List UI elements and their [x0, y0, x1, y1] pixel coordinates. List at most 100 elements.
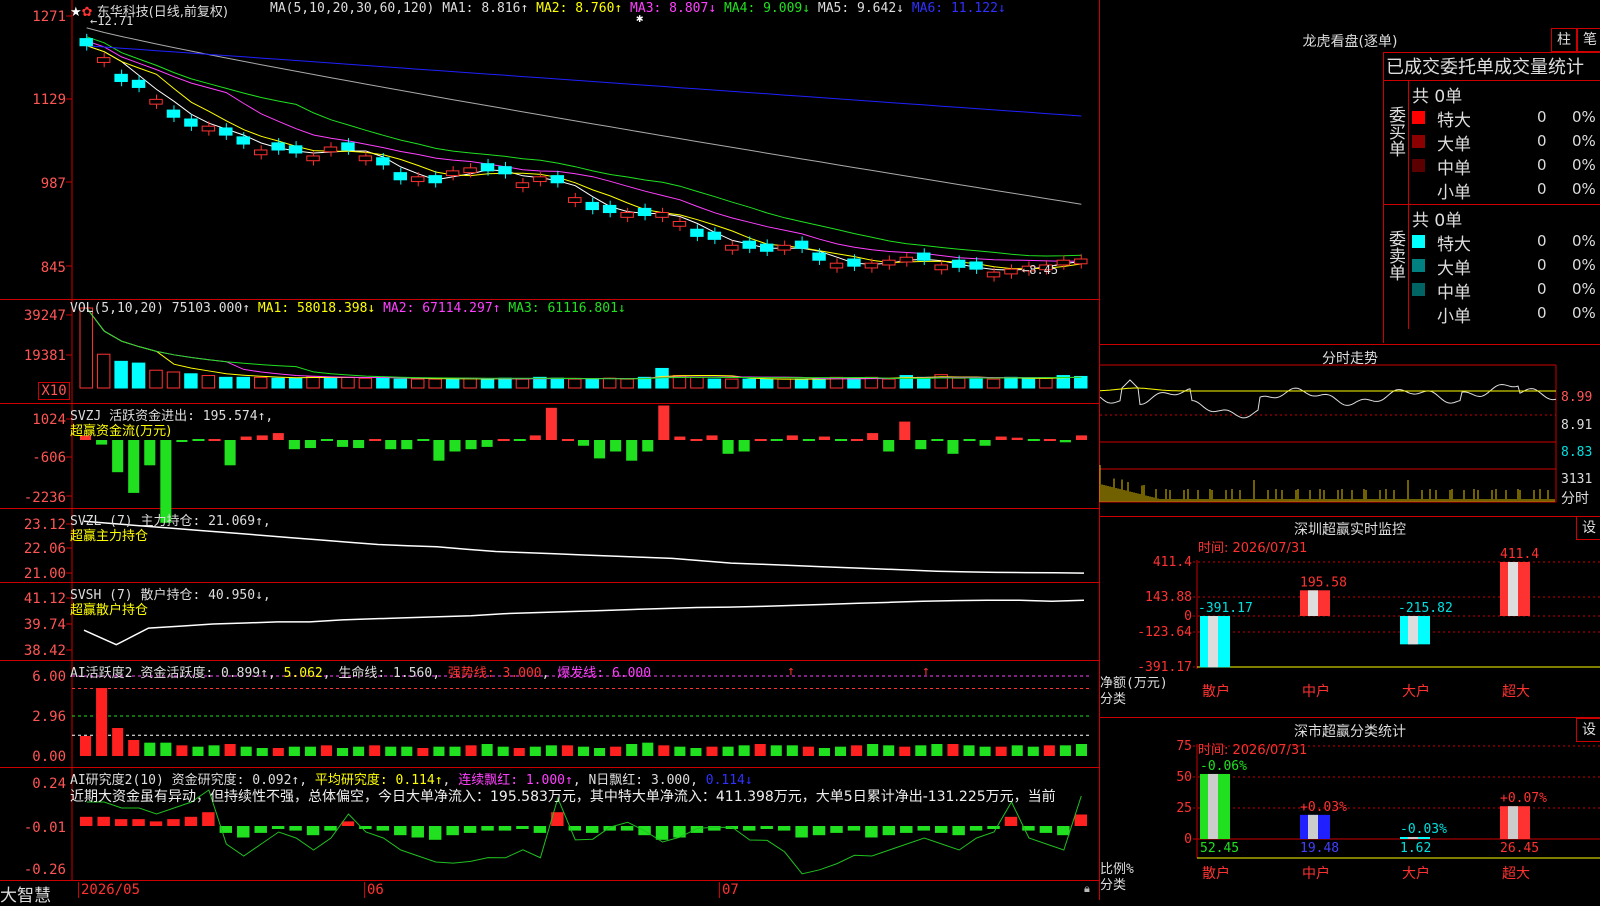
ma-line — [86, 45, 1082, 270]
flow-bar — [963, 439, 976, 441]
color-swatch — [1412, 135, 1425, 148]
volume-bar — [794, 378, 809, 389]
monitor-bar-highlight — [1308, 590, 1318, 616]
sell-side-label: 委卖单 — [1385, 230, 1405, 281]
ai-research-panel[interactable]: AI研究度2(10) 资金研究度: 0.092↑, 平均研究度: 0.114↑,… — [0, 768, 1099, 881]
realtime-monitor-panel[interactable]: 深圳超赢实时监控 设 时间: 2026/07/31 411.4 143.88 0 -1… — [1100, 516, 1600, 718]
vol-ytick: 39247 — [23, 308, 66, 324]
candle-body — [219, 127, 233, 136]
candle-body — [620, 212, 634, 218]
svzj-ytick: -606 — [32, 450, 66, 466]
ma-line — [86, 27, 1082, 205]
research-bar — [132, 819, 145, 826]
candle-body — [882, 259, 896, 266]
svzl-panel[interactable]: SVZL (7) 主力持仓: 21.069↑, 超赢主力持仓 23.12 22.… — [0, 509, 1099, 583]
volume-bar — [271, 377, 285, 389]
chart-workspace[interactable]: ✱ ★✿ 东华科技(日线,前复权) MA(5,10,20,30,60,120) … — [0, 0, 1100, 906]
research-bar — [934, 826, 948, 833]
candle-body — [550, 175, 565, 184]
flow-bar — [112, 440, 124, 473]
class-ytick: 50 — [1176, 770, 1192, 785]
svzj-ytick: 1024 — [32, 412, 66, 428]
flow-bar — [1043, 439, 1056, 441]
activity-bar — [642, 742, 654, 756]
ai-activity-panel[interactable]: ↑ ↑ AI活跃度2 资金活跃度: 0.899↑, 5.062, 生命线: 1.5… — [0, 661, 1099, 768]
class-value-label: 26.45 — [1500, 841, 1539, 856]
volume-panel[interactable]: VOL(5,10,20) 75103.000↑ MA1: 58018.398↓ … — [0, 300, 1099, 404]
research-bar — [446, 826, 459, 836]
volume-bar — [149, 369, 163, 389]
activity-bar — [320, 745, 333, 756]
intraday-panel[interactable]: 分时走势 8.99 8.91 8.83 3131 分时 — [1099, 344, 1600, 517]
color-swatch — [1412, 183, 1425, 196]
research-bar — [586, 826, 599, 833]
lock-icon[interactable]: 🔒︎ — [1084, 882, 1090, 896]
flow-bar — [1075, 435, 1087, 440]
sell-order-count: 0 — [1537, 280, 1547, 298]
research-bar — [167, 819, 180, 826]
tick-mode-button[interactable]: 笔 — [1577, 28, 1600, 52]
candle-body — [306, 155, 320, 162]
monitor-ytick: 411.4 — [1153, 555, 1192, 570]
class-ytick: 25 — [1176, 801, 1192, 816]
sell-order-count: 0 — [1537, 256, 1547, 274]
svsh-panel[interactable]: SVSH (7) 散户持仓: 40.950↓, 超赢散户持仓 41.12 39.… — [0, 583, 1099, 661]
activity-bar — [674, 746, 686, 756]
candle-body — [341, 142, 355, 151]
research-bar — [428, 826, 442, 840]
candle-body — [114, 73, 128, 82]
class-value-label: 1.62 — [1400, 841, 1431, 856]
buy-order-count: 0 — [1537, 180, 1547, 198]
classification-panel[interactable]: 深市超赢分类统计 设 时间: 2026/07/31 75 50 25 0 -0.06% 5… — [1100, 718, 1600, 900]
volume-bar — [620, 378, 634, 389]
monitor-ytick: -123.64 — [1137, 625, 1192, 640]
flow-bar — [1059, 440, 1071, 443]
research-bar — [394, 826, 407, 836]
ma-label: MA(5,10,20,30,60,120) — [270, 1, 435, 16]
activity-bar — [481, 744, 493, 756]
activity-bar — [626, 744, 638, 756]
volume-bar — [759, 378, 774, 389]
bar-mode-button[interactable]: 柱 — [1551, 28, 1577, 52]
activity-bar — [1043, 745, 1055, 756]
sell-order-count: 0 — [1537, 232, 1547, 250]
classification-chart[interactable]: 75 50 25 0 -0.06% 52.45 散户 +0.03% 19.48 中户 -0.03% 1… — [1100, 718, 1600, 900]
research-bar — [1057, 826, 1070, 836]
flow-bar — [899, 421, 911, 440]
flow-bar — [786, 435, 798, 440]
activity-bar — [915, 745, 927, 756]
candle-body — [131, 79, 146, 88]
ai2-ytick: -0.26 — [23, 862, 66, 878]
buy-order-count: 0 — [1537, 108, 1547, 126]
activity-bar — [577, 746, 590, 756]
flow-bar — [674, 436, 686, 440]
monitor-chart[interactable]: 411.4143.880-123.64-391.17-391.17散户195.5… — [1100, 516, 1600, 717]
flow-bar — [272, 433, 284, 440]
candle-body — [934, 264, 948, 271]
flow-bar — [561, 439, 574, 441]
intraday-chart[interactable] — [1099, 345, 1600, 516]
research-bar — [481, 826, 494, 831]
flow-bar — [754, 439, 767, 441]
monitor-xlabel: 分类 — [1100, 692, 1127, 707]
buy-order-label: 特大 — [1437, 111, 1471, 131]
kline-panel[interactable]: ✱ ★✿ 东华科技(日线,前复权) MA(5,10,20,30,60,120) … — [0, 0, 1099, 300]
buy-order-pct: 0% — [1572, 108, 1596, 126]
volume-bar — [428, 378, 442, 389]
svzj-panel[interactable]: SVZJ 活跃资金进出: 195.574↑, 超赢资金流(万元) 1024 -6… — [0, 404, 1099, 523]
class-change-label: +0.03% — [1300, 800, 1347, 815]
candle-body — [602, 204, 617, 214]
volume-bar — [79, 307, 93, 389]
volume-bar — [986, 378, 1001, 389]
flow-bar — [802, 439, 815, 441]
sell-order-row: 小单 0 0% — [1412, 302, 1600, 327]
activity-bar — [208, 745, 220, 756]
candle-body — [568, 197, 582, 203]
class-bar-highlight — [1408, 836, 1418, 839]
class-change-label: -0.03% — [1400, 822, 1447, 837]
research-bar — [97, 816, 110, 826]
activity-bar — [1075, 744, 1087, 756]
candle-body — [1074, 258, 1088, 265]
kline-chart[interactable]: ✱ — [0, 0, 1099, 299]
flow-bar — [401, 440, 413, 450]
